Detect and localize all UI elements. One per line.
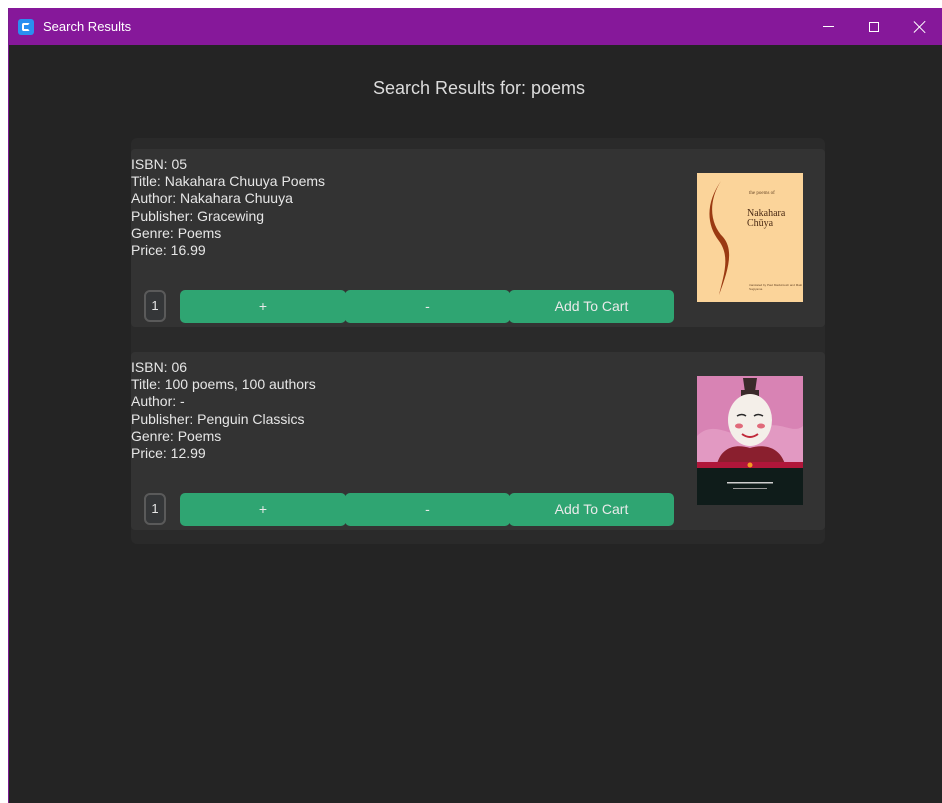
book-publisher: Publisher: Gracewing: [131, 207, 265, 224]
book-author: Author: Nakahara Chuuya: [131, 190, 293, 207]
result-card: ISBN: 05 Title: Nakahara Chuuya Poems Au…: [131, 149, 825, 327]
book-title: Title: 100 poems, 100 authors: [131, 376, 316, 393]
app-icon: [18, 19, 34, 35]
book-cover-image: the poems of Nakahara Chūya translated b…: [697, 173, 803, 302]
minimize-icon: [822, 26, 834, 27]
book-isbn: ISBN: 05: [131, 156, 188, 172]
book-isbn: ISBN: 06: [131, 359, 188, 375]
close-button[interactable]: [897, 8, 942, 45]
cover-author-text: Nakahara Chūya: [747, 208, 786, 229]
portrait-graphic: [697, 376, 803, 505]
window-title: Search Results: [43, 19, 132, 34]
minimize-button[interactable]: [805, 8, 851, 45]
cover-small-text: the poems of: [749, 191, 775, 196]
book-genre: Genre: Poems: [131, 224, 222, 241]
search-results-window: Search Results Search Results for: poems…: [8, 8, 942, 803]
results-scroll-frame[interactable]: ISBN: 05 Title: Nakahara Chuuya Poems Au…: [131, 138, 825, 544]
book-price: Price: 12.99: [131, 445, 206, 462]
maximize-icon: [869, 21, 879, 32]
book-genre: Genre: Poems: [131, 427, 222, 444]
increase-quantity-button[interactable]: +: [180, 493, 346, 526]
book-author: Author: -: [131, 393, 185, 410]
book-publisher: Publisher: Penguin Classics: [131, 410, 305, 427]
cover-footer-text: translated by Paul Mackintosh and Maki S…: [749, 283, 803, 291]
decrease-quantity-button[interactable]: -: [345, 290, 510, 323]
result-card: ISBN: 06 Title: 100 poems, 100 authors A…: [131, 352, 825, 530]
title-bar[interactable]: Search Results: [9, 8, 942, 45]
quantity-field[interactable]: 1: [144, 290, 166, 322]
quantity-field[interactable]: 1: [144, 493, 166, 525]
add-to-cart-button[interactable]: Add To Cart: [509, 493, 674, 526]
book-info: ISBN: 06 Title: 100 poems, 100 authors A…: [131, 359, 316, 462]
book-cover-image: [697, 376, 803, 505]
book-price: Price: 16.99: [131, 242, 206, 259]
maximize-button[interactable]: [851, 8, 897, 45]
book-info: ISBN: 05 Title: Nakahara Chuuya Poems Au…: [131, 156, 325, 259]
increase-quantity-button[interactable]: +: [180, 290, 346, 323]
results-heading: Search Results for: poems: [372, 78, 586, 98]
book-title: Title: Nakahara Chuuya Poems: [131, 173, 326, 190]
close-icon: [914, 21, 926, 33]
decrease-quantity-button[interactable]: -: [345, 493, 510, 526]
add-to-cart-button[interactable]: Add To Cart: [509, 290, 674, 323]
